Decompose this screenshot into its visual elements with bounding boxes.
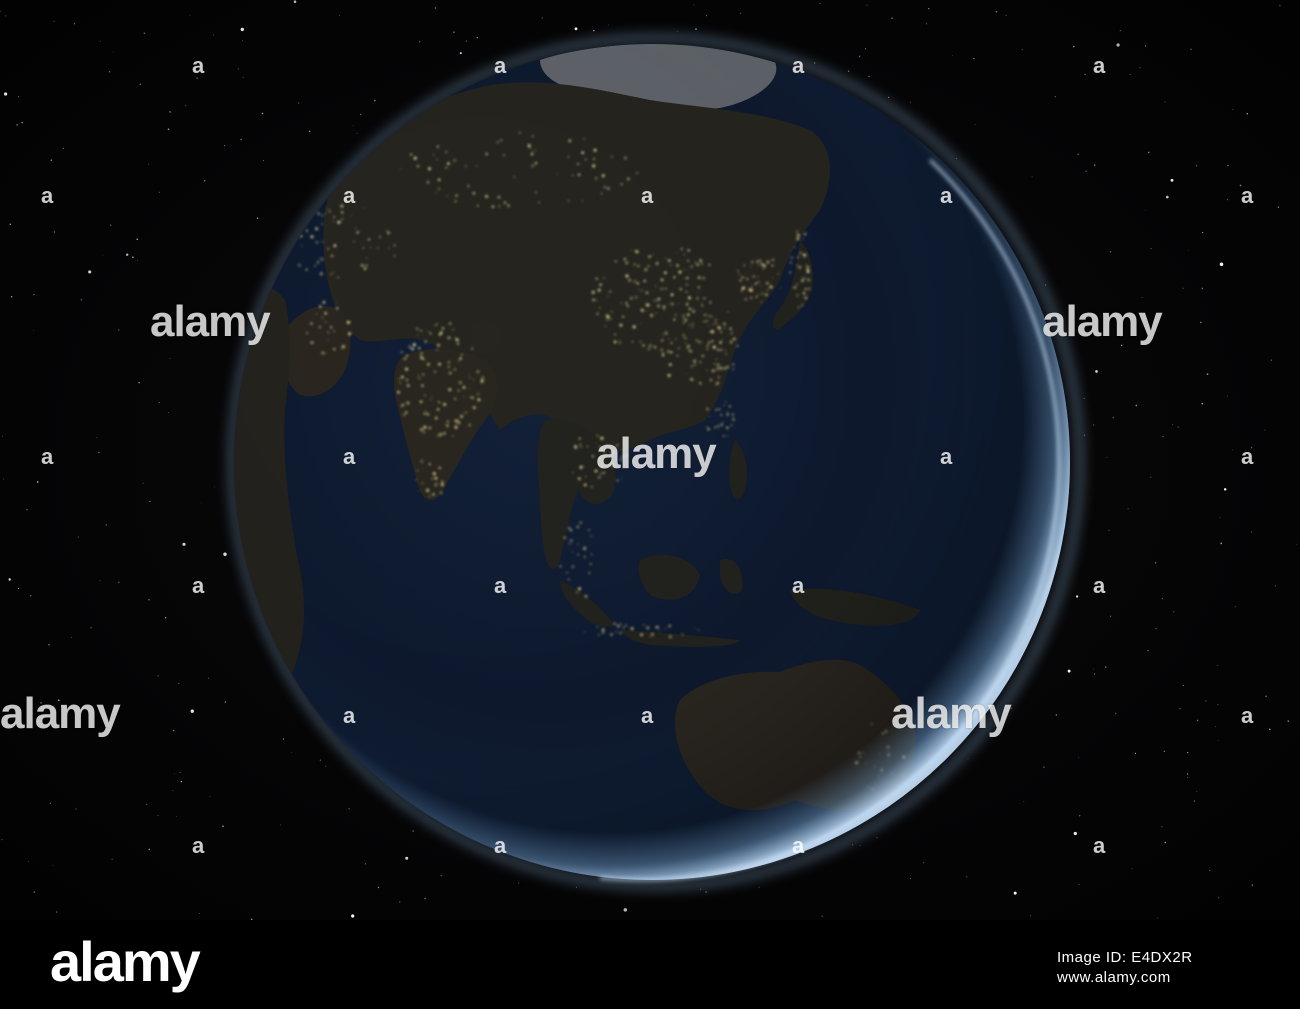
city-light — [305, 206, 308, 210]
footer-bar: alamy Image ID: E4DX2R www.alamy.com — [0, 920, 1300, 1009]
site-url: www.alamy.com — [1057, 968, 1171, 986]
brand-logo: alamy — [50, 930, 201, 993]
space-scene: alamy alamy alamy alamy alamy a a a a a … — [0, 0, 1300, 920]
image-id-label: Image ID: E4DX2R — [1057, 949, 1193, 966]
earth-globe — [229, 35, 1083, 889]
image-id-block: Image ID: E4DX2R www.alamy.com — [1057, 948, 1193, 987]
atmosphere-limb — [234, 44, 1070, 880]
city-light — [288, 218, 291, 221]
city-light — [303, 210, 306, 213]
